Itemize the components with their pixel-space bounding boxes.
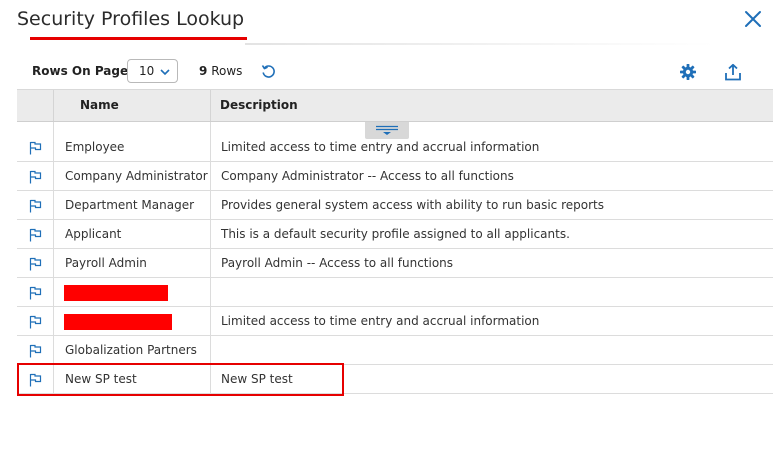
row-count-label: Rows: [211, 64, 243, 78]
description-cell: Limited access to time entry and accrual…: [211, 122, 773, 161]
row-select-cell[interactable]: [17, 122, 54, 161]
close-button[interactable]: [742, 8, 764, 30]
flag-icon: [29, 315, 42, 329]
profile-name: Company Administrator: [65, 169, 208, 183]
profile-name: Applicant: [65, 227, 122, 241]
row-select-cell[interactable]: [17, 162, 54, 190]
description-cell: Payroll Admin -- Access to all functions: [211, 249, 773, 277]
description-cell: New SP test: [211, 365, 773, 393]
chevron-down-icon: [160, 69, 170, 76]
resize-handle-icon: [376, 125, 398, 135]
toolbar: Rows On Page 10 9 Rows: [0, 58, 773, 88]
table-row[interactable]: Company Administrator Company Administra…: [17, 162, 773, 191]
gear-icon: [680, 64, 696, 80]
refresh-icon: [261, 65, 275, 78]
flag-icon: [29, 141, 42, 155]
name-cell: Employee: [54, 122, 211, 161]
flag-icon: [29, 373, 42, 387]
settings-button[interactable]: [679, 63, 697, 81]
table-row[interactable]: Limited access to time entry and accrual…: [17, 307, 773, 336]
flag-icon: [29, 286, 42, 300]
export-icon: [725, 63, 741, 81]
dialog-title: Security Profiles Lookup: [17, 8, 245, 30]
header-divider: [245, 43, 715, 45]
table-row[interactable]: Globalization Partners: [17, 336, 773, 365]
table-row[interactable]: Department Manager Provides general syst…: [17, 191, 773, 220]
security-profiles-lookup-dialog: Security Profiles Lookup Rows On Page 10…: [0, 0, 773, 449]
profile-name: Globalization Partners: [65, 343, 197, 357]
rows-on-page-value: 10: [139, 64, 155, 78]
row-select-cell[interactable]: [17, 365, 54, 393]
name-cell: Globalization Partners: [54, 336, 211, 364]
rows-on-page-select[interactable]: 10: [127, 59, 178, 83]
select-column-header: [17, 90, 54, 121]
profile-name: Employee: [65, 140, 125, 154]
close-icon: [745, 11, 761, 27]
redacted-name: [64, 314, 172, 330]
row-count-value: 9: [199, 64, 208, 78]
row-select-cell[interactable]: [17, 278, 54, 306]
description-cell: This is a default security profile assig…: [211, 220, 773, 248]
description-cell: [211, 278, 773, 306]
profile-description: This is a default security profile assig…: [221, 227, 570, 241]
flag-icon: [29, 344, 42, 358]
name-cell: Payroll Admin: [54, 249, 211, 277]
name-cell: [54, 278, 211, 306]
security-profiles-table: Name Description Employee Limited access…: [17, 89, 773, 394]
name-cell: [54, 307, 211, 335]
redacted-name: [64, 285, 168, 301]
row-count: 9 Rows: [199, 64, 242, 78]
name-cell: Applicant: [54, 220, 211, 248]
profile-description: Limited access to time entry and accrual…: [221, 314, 540, 328]
description-cell: Limited access to time entry and accrual…: [211, 307, 773, 335]
row-select-cell[interactable]: [17, 191, 54, 219]
refresh-button[interactable]: [260, 63, 277, 80]
flag-icon: [29, 257, 42, 271]
table-row[interactable]: Applicant This is a default security pro…: [17, 220, 773, 249]
table-header: Name Description: [17, 89, 773, 139]
panel-resize-handle[interactable]: [365, 122, 409, 139]
table-row[interactable]: New SP test New SP test: [17, 365, 773, 394]
flag-icon: [29, 228, 42, 242]
table-row[interactable]: [17, 278, 773, 307]
name-cell: Department Manager: [54, 191, 211, 219]
profile-description: Company Administrator -- Access to all f…: [221, 169, 514, 183]
description-column-header[interactable]: Description: [211, 90, 773, 121]
profile-description: Limited access to time entry and accrual…: [221, 140, 540, 154]
description-cell: [211, 336, 773, 364]
profile-description: New SP test: [221, 372, 293, 386]
rows-on-page-label: Rows On Page: [32, 64, 129, 78]
name-column-header[interactable]: Name: [54, 90, 211, 121]
name-cell: Company Administrator: [54, 162, 211, 190]
table-row[interactable]: Payroll Admin Payroll Admin -- Access to…: [17, 249, 773, 278]
title-annotation-underline: [30, 37, 247, 40]
profile-name: New SP test: [65, 372, 137, 386]
profile-name: Payroll Admin: [65, 256, 147, 270]
flag-icon: [29, 170, 42, 184]
profile-description: Payroll Admin -- Access to all functions: [221, 256, 454, 270]
row-select-cell[interactable]: [17, 249, 54, 277]
description-cell: Company Administrator -- Access to all f…: [211, 162, 773, 190]
export-button[interactable]: [724, 63, 742, 81]
flag-icon: [29, 199, 42, 213]
description-cell: Provides general system access with abil…: [211, 191, 773, 219]
row-select-cell[interactable]: [17, 220, 54, 248]
row-select-cell[interactable]: [17, 307, 54, 335]
profile-description: Provides general system access with abil…: [221, 198, 604, 212]
profile-name: Department Manager: [65, 198, 195, 212]
row-select-cell[interactable]: [17, 336, 54, 364]
name-cell: New SP test: [54, 365, 211, 393]
